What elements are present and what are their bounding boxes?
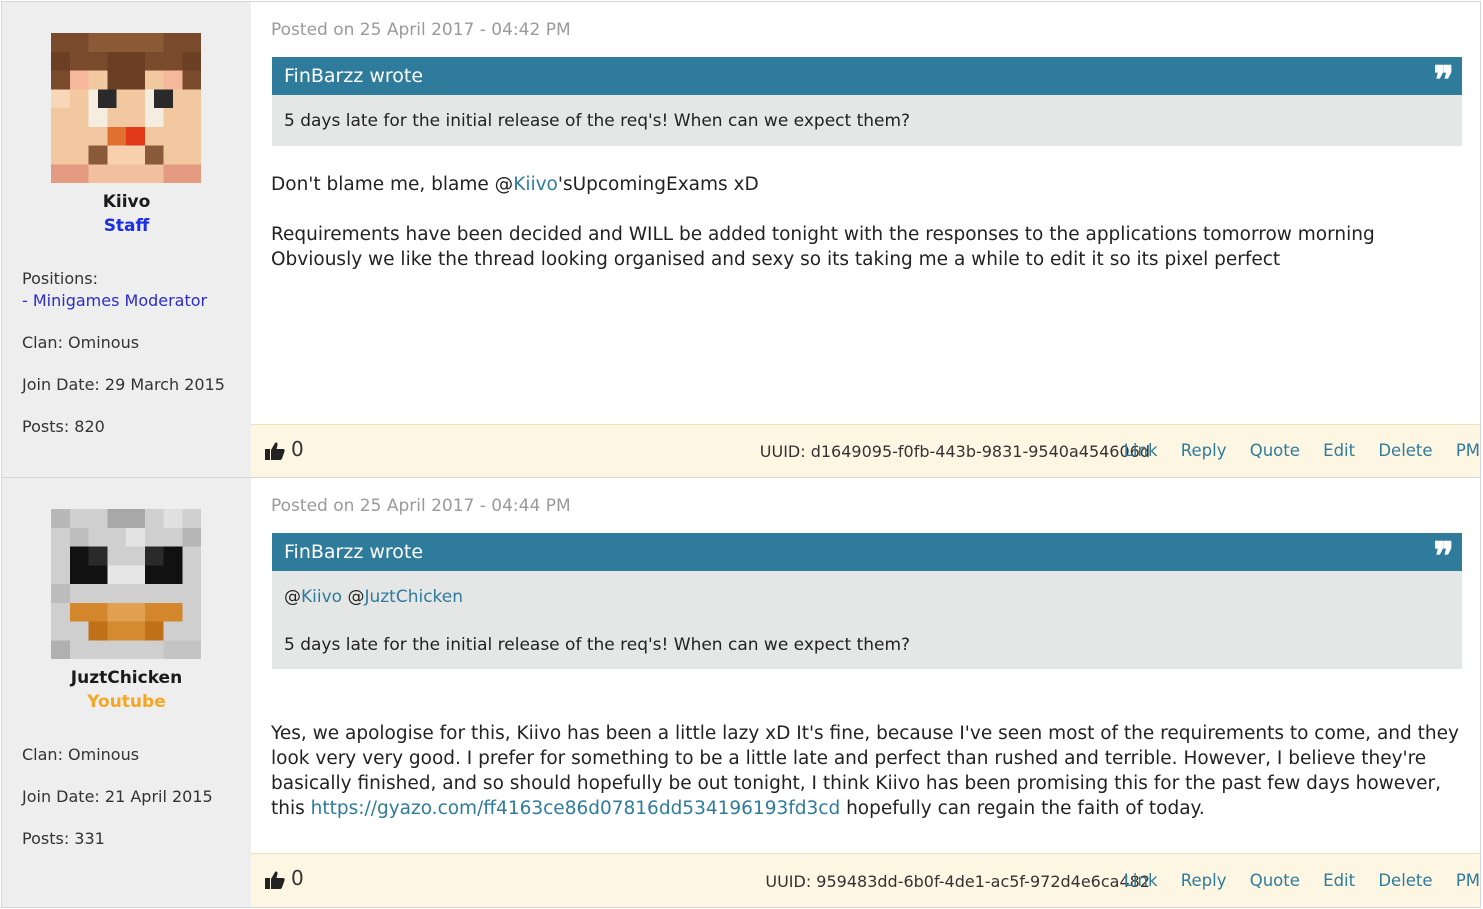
post-actions: Link Reply Quote Edit Delete PM bbox=[1124, 441, 1480, 460]
edit-button[interactable]: Edit bbox=[1323, 441, 1355, 460]
mention-at: @ bbox=[284, 587, 301, 607]
user-join-date: Join Date: 29 March 2015 bbox=[22, 375, 225, 394]
post-body: Yes, we apologise for this, Kiivo has be… bbox=[271, 721, 1461, 821]
post-body-line: Don't blame me, blame @Kiivo'sUpcomingEx… bbox=[271, 172, 1375, 197]
thumbs-up-icon bbox=[265, 871, 285, 889]
user-mention-link[interactable]: Kiivo bbox=[513, 174, 558, 195]
edit-button[interactable]: Edit bbox=[1323, 871, 1355, 890]
user-mention-link[interactable]: Kiivo bbox=[301, 587, 342, 607]
position-item: - Minigames Moderator bbox=[22, 291, 207, 310]
position-link[interactable]: - Minigames Moderator bbox=[22, 291, 207, 310]
pm-button[interactable]: PM bbox=[1456, 441, 1480, 460]
post-uuid: UUID: d1649095-f0fb-443b-9831-9540a45460… bbox=[759, 442, 1150, 461]
forum-post: JuztChicken Youtube Clan: Ominous Join D… bbox=[1, 477, 1481, 908]
post-content: Posted on 25 April 2017 - 04:42 PM FinBa… bbox=[251, 2, 1480, 477]
post-footer: 0 UUID: d1649095-f0fb-443b-9831-9540a454… bbox=[251, 424, 1480, 477]
post-content: Posted on 25 April 2017 - 04:44 PM FinBa… bbox=[251, 478, 1480, 907]
user-rank: Staff bbox=[103, 216, 150, 236]
quote-header: FinBarzz wrote ❞ bbox=[272, 533, 1462, 575]
post-actions: Link Reply Quote Edit Delete PM bbox=[1124, 871, 1480, 890]
link-button[interactable]: Link bbox=[1124, 441, 1158, 460]
body-text: Don't blame me, blame @ bbox=[271, 174, 514, 195]
quote-icon: ❞ bbox=[1433, 57, 1455, 102]
user-avatar[interactable] bbox=[51, 33, 201, 183]
link-button[interactable]: Link bbox=[1124, 871, 1158, 890]
user-clan: Clan: Ominous bbox=[22, 333, 140, 352]
quote-button[interactable]: Quote bbox=[1250, 441, 1300, 460]
like-count: 0 bbox=[291, 866, 304, 890]
post-body: Don't blame me, blame @Kiivo'sUpcomingEx… bbox=[271, 172, 1375, 272]
quote-author: FinBarzz wrote bbox=[284, 65, 424, 87]
quote-mentions: @Kiivo @JuztChicken bbox=[284, 587, 463, 607]
reply-button[interactable]: Reply bbox=[1181, 441, 1227, 460]
delete-button[interactable]: Delete bbox=[1378, 441, 1432, 460]
quote-author: FinBarzz wrote bbox=[284, 541, 424, 563]
user-avatar[interactable] bbox=[51, 509, 201, 659]
post-body-line: Obviously we like the thread looking org… bbox=[271, 249, 1281, 270]
post-timestamp: Posted on 25 April 2017 - 04:42 PM bbox=[271, 20, 571, 40]
post-body-line: Requirements have been decided and WILL … bbox=[271, 224, 1375, 245]
username[interactable]: Kiivo bbox=[2, 192, 251, 212]
user-rank: Youtube bbox=[87, 692, 166, 712]
like-button[interactable]: 0 bbox=[265, 437, 304, 461]
reply-button[interactable]: Reply bbox=[1181, 871, 1227, 890]
body-text: hopefully can regain the faith of today. bbox=[840, 798, 1205, 819]
username[interactable]: JuztChicken bbox=[2, 668, 251, 688]
post-uuid: UUID: 959483dd-6b0f-4de1-ac5f-972d4e6ca4… bbox=[765, 872, 1150, 891]
pm-button[interactable]: PM bbox=[1456, 871, 1480, 890]
post-timestamp: Posted on 25 April 2017 - 04:44 PM bbox=[271, 496, 571, 516]
post-author-sidebar: Kiivo Staff Positions: - Minigames Moder… bbox=[2, 2, 252, 477]
user-mention-link[interactable]: JuztChicken bbox=[364, 587, 463, 607]
quote-text: 5 days late for the initial release of t… bbox=[284, 635, 911, 655]
quote-icon: ❞ bbox=[1433, 533, 1455, 578]
quote-button[interactable]: Quote bbox=[1250, 871, 1300, 890]
post-footer: 0 UUID: 959483dd-6b0f-4de1-ac5f-972d4e6c… bbox=[251, 853, 1480, 907]
delete-button[interactable]: Delete bbox=[1378, 871, 1432, 890]
user-post-count: Posts: 331 bbox=[22, 829, 105, 848]
forum-post: Kiivo Staff Positions: - Minigames Moder… bbox=[1, 1, 1481, 478]
quote-header: FinBarzz wrote ❞ bbox=[272, 57, 1462, 99]
user-join-date: Join Date: 21 April 2015 bbox=[22, 787, 213, 806]
mention-at: @ bbox=[347, 587, 365, 607]
external-link[interactable]: https://gyazo.com/ff4163ce86d07816dd5341… bbox=[311, 798, 841, 819]
user-post-count: Posts: 820 bbox=[22, 417, 105, 436]
quote-block: FinBarzz wrote ❞ @Kiivo @JuztChicken 5 d… bbox=[272, 533, 1462, 669]
like-count: 0 bbox=[291, 437, 304, 461]
quote-text: 5 days late for the initial release of t… bbox=[284, 111, 911, 131]
quote-block: FinBarzz wrote ❞ 5 days late for the ini… bbox=[272, 57, 1462, 146]
positions-label: Positions: bbox=[22, 269, 99, 288]
user-clan: Clan: Ominous bbox=[22, 745, 140, 764]
post-author-sidebar: JuztChicken Youtube Clan: Ominous Join D… bbox=[2, 478, 252, 907]
body-text: 'sUpcomingExams xD bbox=[557, 174, 759, 195]
thumbs-up-icon bbox=[265, 442, 285, 460]
like-button[interactable]: 0 bbox=[265, 866, 304, 890]
